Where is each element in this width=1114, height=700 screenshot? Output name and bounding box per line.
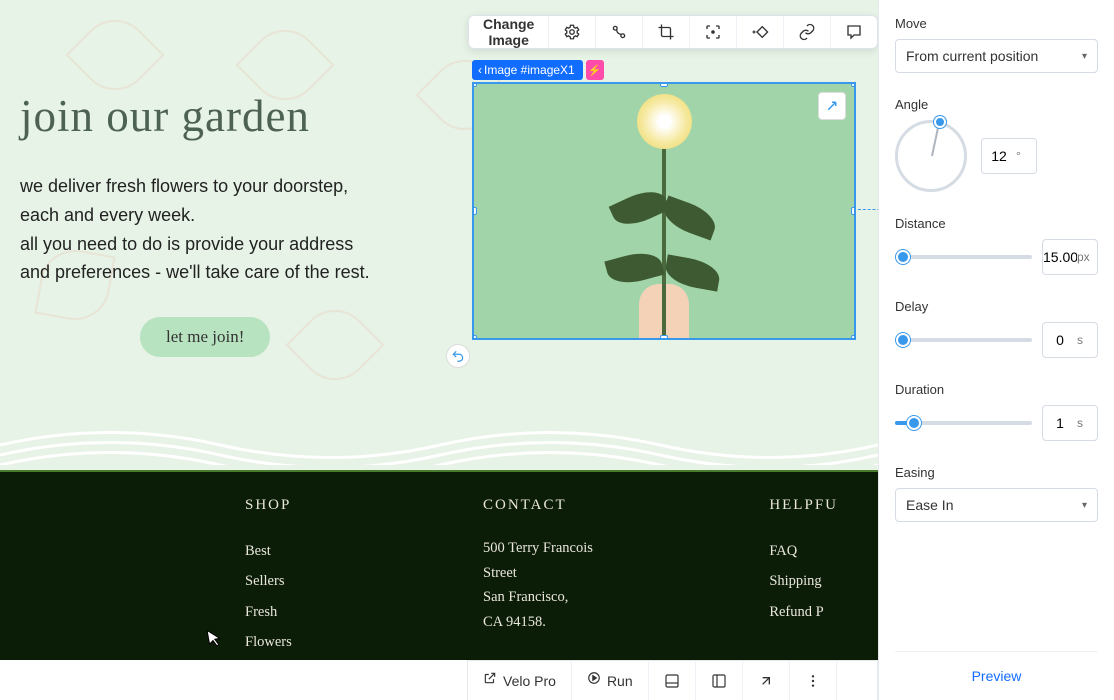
run-button[interactable]: Run [572, 661, 649, 700]
hero-line: we deliver fresh flowers to your doorste… [20, 176, 348, 196]
footer-col-contact: CONTACT 500 Terry Francois Street San Fr… [483, 497, 594, 660]
delay-unit: s [1077, 333, 1088, 347]
easing-select[interactable]: Ease In ▾ [895, 488, 1098, 522]
panel-toggle-2-button[interactable] [696, 661, 743, 700]
resize-handle-n[interactable] [660, 82, 668, 87]
footer-heading-shop: SHOP [245, 497, 308, 514]
distance-slider[interactable] [895, 255, 1032, 259]
link-icon[interactable] [784, 16, 831, 48]
settings-icon[interactable] [549, 16, 596, 48]
delay-input-field[interactable] [1043, 332, 1077, 348]
bottom-toolbar: Velo Pro Run [467, 660, 878, 700]
footer-col-helpful: HELPFU FAQ Shipping Refund P [769, 497, 838, 660]
move-select[interactable]: From current position ▾ [895, 39, 1098, 73]
hero-paragraph: we deliver fresh flowers to your doorste… [20, 172, 450, 287]
footer-link[interactable]: Shipping [769, 566, 838, 596]
selection-label-caret: ‹ [478, 63, 482, 77]
footer-section: SHOP Best Sellers Fresh Flowers Dried Fl… [0, 470, 878, 660]
distance-unit: px [1077, 250, 1095, 264]
expand-icon[interactable] [818, 92, 846, 120]
expand-button[interactable] [743, 661, 790, 700]
delay-slider[interactable] [895, 338, 1032, 342]
more-button[interactable] [790, 661, 837, 700]
crop-icon[interactable] [643, 16, 690, 48]
focal-point-icon[interactable] [690, 16, 737, 48]
selection-bolt-icon[interactable]: ⚡ [586, 60, 604, 80]
guide-dash [858, 209, 878, 210]
footer-link[interactable]: Fresh Flowers [245, 597, 308, 658]
chevron-down-icon: ▾ [1082, 51, 1087, 62]
animation-icon[interactable] [596, 16, 643, 48]
external-link-icon [483, 671, 497, 690]
velo-pro-label: Velo Pro [503, 673, 556, 689]
wave-divider [0, 415, 878, 465]
duration-input[interactable]: s [1042, 405, 1098, 441]
footer-link[interactable]: Best Sellers [245, 536, 308, 597]
distance-input-field[interactable] [1043, 249, 1077, 265]
delay-input[interactable]: s [1042, 322, 1098, 358]
footer-link[interactable]: Refund P [769, 597, 838, 627]
preview-bar: Preview [895, 651, 1098, 700]
play-icon [587, 671, 601, 690]
editor-canvas[interactable]: join our garden we deliver fresh flowers… [0, 0, 878, 660]
easing-label: Easing [895, 465, 1098, 480]
hero-title: join our garden [20, 90, 450, 142]
resize-handle-se[interactable] [851, 335, 856, 340]
flower-illustration [604, 94, 724, 340]
floating-toolbar: Change Image [468, 15, 878, 49]
hero-line: and preferences - we'll take care of the… [20, 262, 370, 282]
footer-link[interactable]: Dried Flowers [245, 658, 308, 660]
hero-line: each and every week. [20, 205, 195, 225]
footer-link[interactable]: FAQ [769, 536, 838, 566]
panel-toggle-1-button[interactable] [649, 661, 696, 700]
run-label: Run [607, 673, 633, 689]
selection-label-chip[interactable]: ‹ Image #imageX1 [472, 60, 583, 80]
duration-slider[interactable] [895, 421, 1032, 425]
distance-label: Distance [895, 216, 1098, 231]
footer-address-line: San Francisco, [483, 585, 594, 610]
easing-select-value: Ease In [906, 497, 953, 513]
hero-line: all you need to do is provide your addre… [20, 234, 353, 254]
selection-label[interactable]: ‹ Image #imageX1 ⚡ [472, 60, 604, 80]
duration-label: Duration [895, 382, 1098, 397]
angle-label: Angle [895, 97, 1098, 112]
duration-input-field[interactable] [1043, 415, 1077, 431]
join-button[interactable]: let me join! [140, 317, 270, 357]
footer-address-line: 500 Terry Francois Street [483, 536, 594, 585]
velo-pro-button[interactable]: Velo Pro [468, 661, 572, 700]
resize-handle-ne[interactable] [851, 82, 856, 87]
move-label: Move [895, 16, 1098, 31]
properties-panel: Move From current position ▾ Angle ° Dis… [878, 0, 1114, 700]
footer-address-line: CA 94158. [483, 610, 594, 635]
resize-handle-nw[interactable] [472, 82, 477, 87]
resize-handle-s[interactable] [660, 335, 668, 340]
resize-handle-sw[interactable] [472, 335, 477, 340]
footer-col-shop: SHOP Best Sellers Fresh Flowers Dried Fl… [245, 497, 308, 660]
selected-image-element[interactable] [472, 82, 856, 340]
angle-input-field[interactable] [982, 148, 1016, 164]
selection-label-text: Image #imageX1 [484, 63, 575, 77]
delay-label: Delay [895, 299, 1098, 314]
undo-button[interactable] [446, 344, 470, 368]
angle-dial[interactable] [895, 120, 967, 192]
footer-heading-contact: CONTACT [483, 497, 594, 514]
duration-unit: s [1077, 416, 1088, 430]
hero-section: join our garden we deliver fresh flowers… [20, 90, 450, 357]
resize-handle-w[interactable] [472, 207, 477, 215]
comment-icon[interactable] [831, 16, 877, 48]
mask-icon[interactable] [737, 16, 784, 48]
move-select-value: From current position [906, 48, 1038, 64]
footer-heading-helpful: HELPFU [769, 497, 838, 514]
preview-button[interactable]: Preview [972, 668, 1022, 684]
chevron-down-icon: ▾ [1082, 500, 1087, 511]
distance-input[interactable]: px [1042, 239, 1098, 275]
change-image-button[interactable]: Change Image [469, 16, 549, 48]
resize-handle-e[interactable] [851, 207, 856, 215]
angle-unit: ° [1016, 149, 1026, 163]
angle-input[interactable]: ° [981, 138, 1037, 174]
